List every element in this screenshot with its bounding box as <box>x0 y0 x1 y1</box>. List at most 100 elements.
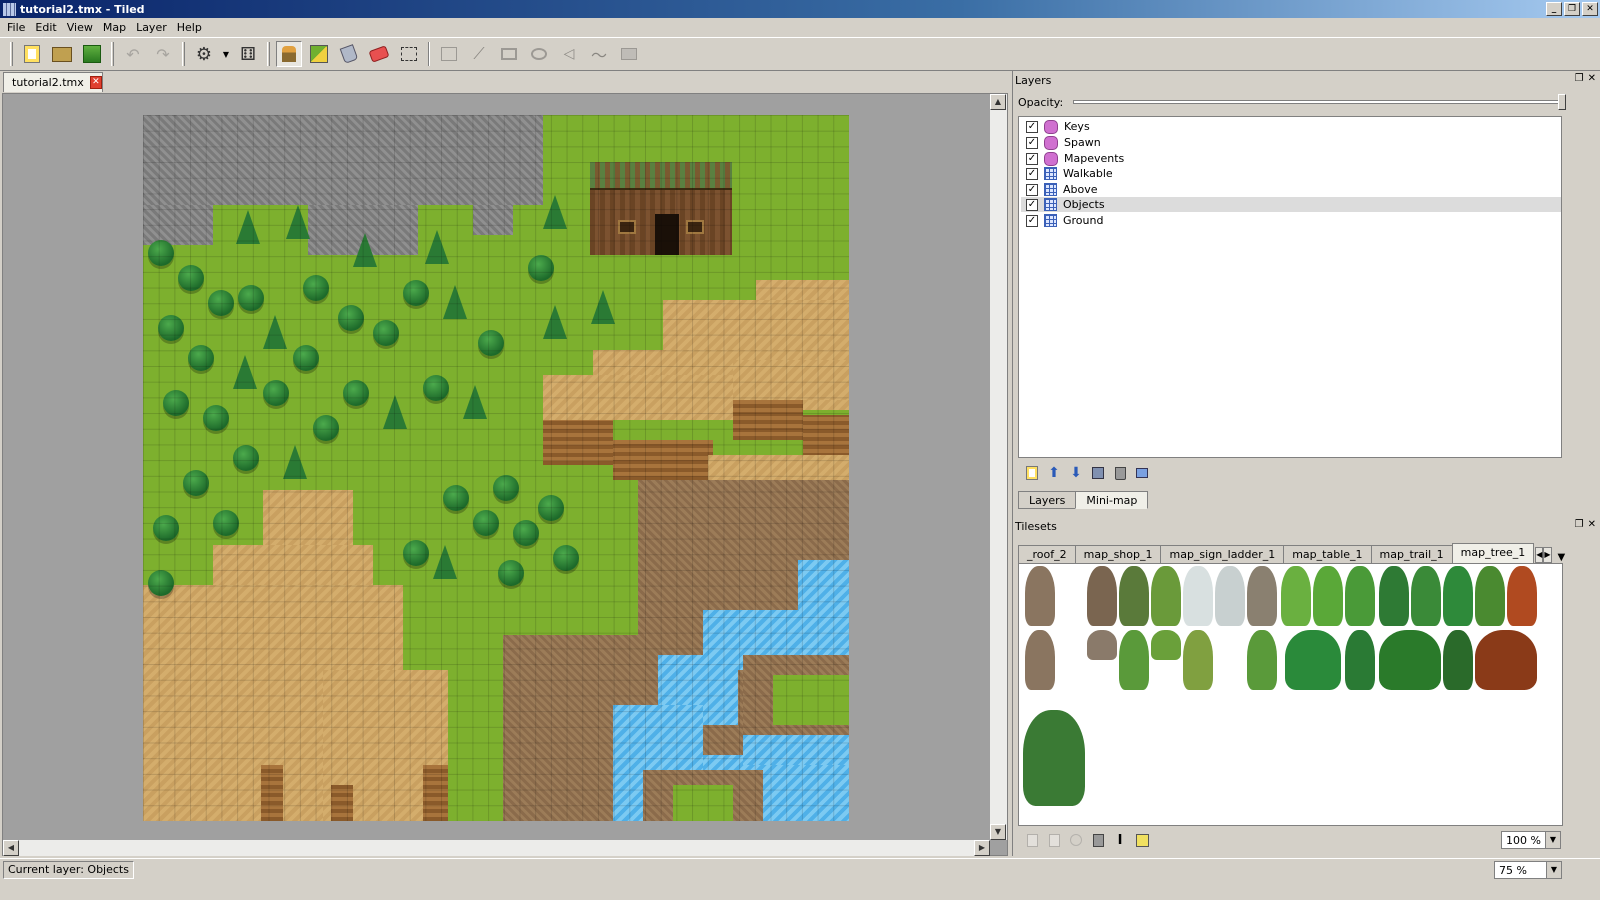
layer-name: Walkable <box>1063 167 1113 180</box>
opacity-slider-handle[interactable] <box>1558 94 1567 110</box>
export-tileset-icon[interactable] <box>1068 832 1084 848</box>
object-select-icon[interactable] <box>436 41 462 67</box>
opacity-slider[interactable] <box>1073 94 1567 110</box>
layer-name: Mapevents <box>1064 152 1125 165</box>
tile-layer-icon <box>1044 198 1057 211</box>
layer-row-walkable[interactable]: ✓ Walkable <box>1021 166 1561 181</box>
scroll-left-button[interactable]: ◀ <box>3 840 19 856</box>
map-zoom-select[interactable]: 75 % ▼ <box>1494 861 1562 879</box>
command-dropdown-icon[interactable]: ▼ <box>221 41 231 67</box>
layer-visibility-checkbox[interactable]: ✓ <box>1026 152 1038 165</box>
new-layer-icon[interactable] <box>1024 465 1040 481</box>
tile-layer-icon <box>1044 214 1057 227</box>
layer-visibility-checkbox[interactable]: ✓ <box>1026 120 1038 133</box>
save-icon[interactable] <box>79 41 105 67</box>
document-tab[interactable]: tutorial2.tmx ✕ <box>3 72 103 92</box>
tab-tileset-sign-ladder-1[interactable]: map_sign_ladder_1 <box>1160 545 1285 563</box>
dice-icon[interactable]: ⚅ <box>235 41 261 67</box>
tile-map[interactable] <box>143 115 849 821</box>
scroll-up-button[interactable]: ▲ <box>990 94 1006 110</box>
close-button[interactable]: ✕ <box>1582 2 1598 16</box>
insert-ellipse-icon[interactable] <box>526 41 552 67</box>
tab-list-dropdown-icon[interactable]: ▼ <box>1558 552 1566 563</box>
tab-tileset-shop-1[interactable]: map_shop_1 <box>1074 545 1162 563</box>
tab-tileset-trail-1[interactable]: map_trail_1 <box>1370 545 1453 563</box>
layer-visibility-checkbox[interactable]: ✓ <box>1026 167 1038 180</box>
duplicate-layer-icon[interactable] <box>1090 465 1106 481</box>
layer-visibility-checkbox[interactable]: ✓ <box>1026 136 1038 149</box>
object-layer-icon <box>1044 119 1058 134</box>
opacity-row: Opacity: <box>1018 94 1567 110</box>
opacity-label: Opacity: <box>1018 95 1064 109</box>
rect-select-icon[interactable] <box>396 41 422 67</box>
insert-polygon-icon[interactable]: ◁ <box>556 41 582 67</box>
menu-map[interactable]: Map <box>98 21 131 34</box>
vertical-scrollbar[interactable]: ▲ ▼ <box>990 94 1007 840</box>
layer-visibility-checkbox[interactable]: ✓ <box>1026 183 1038 196</box>
insert-polyline-icon[interactable]: 〜 <box>586 41 612 67</box>
layer-row-above[interactable]: ✓ Above <box>1021 182 1561 197</box>
scroll-right-button[interactable]: ▶ <box>974 840 990 856</box>
layer-row-ground[interactable]: ✓ Ground <box>1021 213 1561 228</box>
title-bar: tutorial2.tmx - Tiled _ ❐ ✕ <box>0 0 1600 18</box>
command-icon[interactable]: ⚙ <box>191 41 217 67</box>
insert-tile-icon[interactable] <box>616 41 642 67</box>
float-panel-icon[interactable]: ❐ <box>1575 519 1584 530</box>
tileset-tabs: _roof_2 map_shop_1 map_sign_ladder_1 map… <box>1018 543 1566 563</box>
open-file-icon[interactable] <box>49 41 75 67</box>
zoom-dropdown-icon[interactable]: ▼ <box>1545 832 1560 848</box>
raise-layer-icon[interactable]: ⬆ <box>1046 465 1062 481</box>
edit-polygon-icon[interactable]: ⟋ <box>466 41 492 67</box>
scroll-down-button[interactable]: ▼ <box>990 824 1006 840</box>
close-panel-icon[interactable]: ✕ <box>1588 73 1596 84</box>
layer-row-mapevents[interactable]: ✓ Mapevents <box>1021 151 1561 166</box>
new-tileset-icon[interactable] <box>1024 832 1040 848</box>
menu-edit[interactable]: Edit <box>30 21 61 34</box>
tab-tileset-roof-2[interactable]: _roof_2 <box>1018 545 1076 563</box>
close-tab-icon[interactable]: ✕ <box>89 76 102 89</box>
new-file-icon[interactable] <box>19 41 45 67</box>
minimize-button[interactable]: _ <box>1546 2 1562 16</box>
layer-properties-icon[interactable] <box>1134 465 1150 481</box>
insert-rectangle-icon[interactable] <box>496 41 522 67</box>
redo-icon[interactable]: ↷ <box>150 41 176 67</box>
menu-help[interactable]: Help <box>172 21 207 34</box>
import-tileset-icon[interactable] <box>1046 832 1062 848</box>
layer-name: Spawn <box>1064 136 1101 149</box>
lower-layer-icon[interactable]: ⬇ <box>1068 465 1084 481</box>
close-panel-icon[interactable]: ✕ <box>1588 519 1596 530</box>
tileset-zoom-select[interactable]: 100 % ▼ <box>1501 831 1561 849</box>
maximize-button[interactable]: ❐ <box>1564 2 1580 16</box>
tileset-view[interactable] <box>1018 563 1563 826</box>
tab-tileset-tree-1[interactable]: map_tree_1 <box>1451 543 1535 563</box>
delete-layer-icon[interactable] <box>1112 465 1128 481</box>
layer-row-objects[interactable]: ✓ Objects <box>1021 197 1561 212</box>
layer-buttons: ⬆ ⬇ <box>1018 460 1562 486</box>
tab-mini-map[interactable]: Mini-map <box>1075 491 1149 509</box>
layer-name: Ground <box>1063 214 1104 227</box>
layer-row-spawn[interactable]: ✓ Spawn <box>1021 135 1561 150</box>
tileset-properties-icon[interactable] <box>1134 832 1150 848</box>
float-panel-icon[interactable]: ❐ <box>1575 73 1584 84</box>
tilesets-dock-header: Tilesets ❐ ✕ <box>1015 518 1600 534</box>
terrain-brush-icon[interactable] <box>306 41 332 67</box>
tab-scroll-right-icon[interactable]: ▶ <box>1543 547 1552 563</box>
menu-view[interactable]: View <box>62 21 98 34</box>
bucket-fill-icon[interactable] <box>336 41 362 67</box>
remove-tileset-icon[interactable] <box>1090 832 1106 848</box>
layer-row-keys[interactable]: ✓ Keys <box>1021 119 1561 134</box>
tab-scroll-left-icon[interactable]: ◀ <box>1535 547 1544 563</box>
stamp-brush-icon[interactable] <box>276 41 302 67</box>
layer-visibility-checkbox[interactable]: ✓ <box>1026 214 1038 227</box>
undo-icon[interactable]: ↶ <box>120 41 146 67</box>
layer-visibility-checkbox[interactable]: ✓ <box>1026 198 1038 211</box>
menu-layer[interactable]: Layer <box>131 21 172 34</box>
zoom-dropdown-icon[interactable]: ▼ <box>1546 862 1561 878</box>
horizontal-scrollbar[interactable]: ◀ ▶ <box>3 840 990 856</box>
toolbar-grip[interactable] <box>10 42 13 66</box>
rename-tileset-icon[interactable]: I <box>1112 832 1128 848</box>
tab-tileset-table-1[interactable]: map_table_1 <box>1283 545 1372 563</box>
tab-layers[interactable]: Layers <box>1018 491 1077 509</box>
menu-file[interactable]: File <box>2 21 30 34</box>
eraser-icon[interactable] <box>366 41 392 67</box>
